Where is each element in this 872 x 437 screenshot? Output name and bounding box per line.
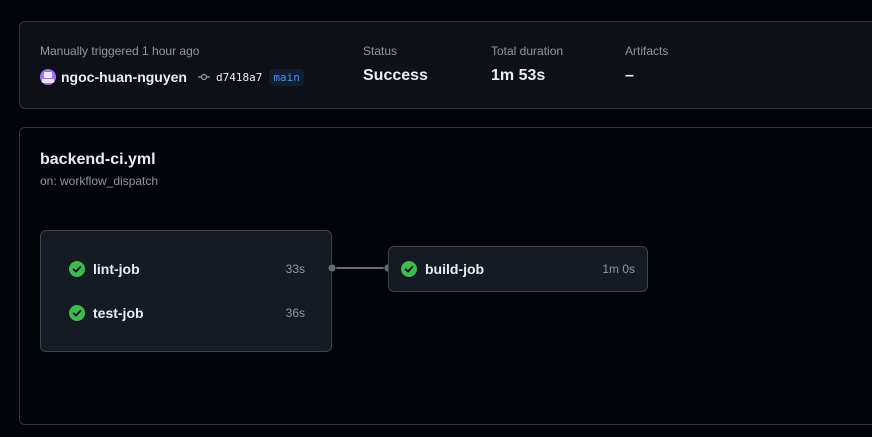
artifacts-value: – xyxy=(625,67,634,84)
job-duration: 36s xyxy=(285,306,305,320)
avatar[interactable] xyxy=(40,69,56,85)
actor-row: ngoc-huan-nguyen d7418a7 main xyxy=(40,68,304,86)
artifacts-label: Artifacts xyxy=(625,44,669,58)
job-group: lint-job 33s test-job 36s xyxy=(40,230,332,352)
check-circle-icon xyxy=(69,305,85,321)
duration-stat: Total duration 1m 53s xyxy=(491,44,563,85)
workflow-graph-card: backend-ci.yml on: workflow_dispatch lin… xyxy=(19,127,872,425)
commit-sha-link[interactable]: d7418a7 xyxy=(216,71,262,84)
status-label: Status xyxy=(363,44,398,58)
run-summary-card: Manually triggered 1 hour ago ngoc-huan-… xyxy=(19,21,872,109)
artifacts-stat: Artifacts – xyxy=(625,44,668,85)
job-duration: 33s xyxy=(285,262,305,276)
job-test[interactable]: test-job 36s xyxy=(69,303,305,323)
branch-badge[interactable]: main xyxy=(269,68,304,86)
job-name: build-job xyxy=(425,261,485,277)
git-commit-icon xyxy=(198,73,210,81)
job-duration: 1m 0s xyxy=(602,262,635,276)
job-build-row: build-job 1m 0s xyxy=(401,259,635,279)
trigger-label: Manually triggered 1 hour ago xyxy=(40,44,200,58)
duration-label: Total duration xyxy=(491,44,564,58)
workflow-filename[interactable]: backend-ci.yml xyxy=(40,151,156,169)
check-circle-icon xyxy=(69,261,85,277)
status-value: Success xyxy=(363,67,428,84)
job-dependency-connector xyxy=(328,263,393,273)
job-lint[interactable]: lint-job 33s xyxy=(69,259,305,279)
job-name: lint-job xyxy=(93,261,140,277)
workflow-trigger: on: workflow_dispatch xyxy=(40,174,159,188)
job-build[interactable]: build-job 1m 0s xyxy=(388,246,648,292)
job-name: test-job xyxy=(93,305,144,321)
status-stat: Status Success xyxy=(363,44,428,85)
actor-link[interactable]: ngoc-huan-nguyen xyxy=(61,69,187,85)
duration-value: 1m 53s xyxy=(491,67,546,84)
check-circle-icon xyxy=(401,261,417,277)
